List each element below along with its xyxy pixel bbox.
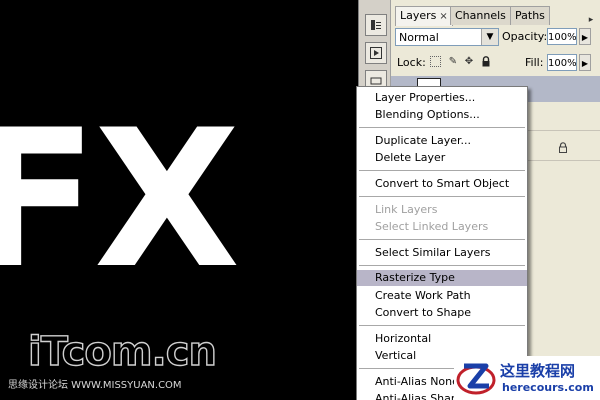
opacity-label: Opacity: — [502, 30, 548, 43]
logo-domain-text: herecours.com — [502, 381, 594, 394]
brush-lock-icon[interactable]: ✎ — [447, 56, 459, 68]
watermark-text: 思缘设计论坛 WWW.MISSYUAN.COM — [8, 380, 182, 391]
dropdown-arrow-icon[interactable]: ▼ — [481, 29, 498, 45]
tab-label: Layers — [400, 9, 437, 22]
menu-separator — [359, 196, 525, 197]
close-icon[interactable]: × — [439, 11, 447, 22]
fill-label: Fill: — [525, 56, 544, 69]
blend-mode-select[interactable]: Normal ▼ — [395, 28, 499, 46]
z-logo-icon — [456, 363, 496, 395]
lock-label: Lock: — [397, 56, 426, 69]
menu-item-duplicate-layer[interactable]: Duplicate Layer... — [357, 133, 527, 149]
menu-item-create-work-path[interactable]: Create Work Path — [357, 288, 527, 304]
layer-context-menu: Layer Properties... Blending Options... … — [356, 86, 528, 400]
watermark-logo: iTcom.cn — [27, 329, 217, 375]
menu-item-layer-properties[interactable]: Layer Properties... — [357, 90, 527, 106]
fill-arrow-icon[interactable]: ▶ — [579, 54, 591, 71]
fill-field[interactable]: 100% — [547, 54, 577, 71]
menu-separator — [359, 325, 525, 326]
move-lock-icon[interactable]: ✥ — [463, 56, 475, 68]
panel-tabs: Layers × Channels Paths ▸ — [391, 6, 600, 26]
opacity-arrow-icon[interactable]: ▶ — [579, 28, 591, 45]
menu-item-convert-smart-object[interactable]: Convert to Smart Object — [357, 176, 527, 192]
lock-transparent-icon[interactable] — [430, 56, 442, 68]
menu-separator — [359, 239, 525, 240]
canvas-type-layer: FX — [0, 89, 240, 310]
opacity-field[interactable]: 100% — [547, 28, 577, 45]
menu-item-select-similar-layers[interactable]: Select Similar Layers — [357, 245, 527, 261]
logo-chinese-text: 这里教程网 — [500, 362, 576, 380]
menu-item-horizontal[interactable]: Horizontal — [357, 331, 527, 347]
background-lock-icon — [558, 142, 568, 156]
menu-separator — [359, 127, 525, 128]
history-icon[interactable] — [365, 14, 387, 36]
tab-channels[interactable]: Channels — [450, 6, 511, 25]
document-canvas[interactable]: FX iTcom.cn 思缘设计论坛 WWW.MISSYUAN.COM — [0, 0, 358, 400]
blend-mode-value: Normal — [399, 31, 439, 44]
tab-layers[interactable]: Layers × — [395, 6, 453, 26]
menu-item-select-linked-layers: Select Linked Layers — [375, 220, 489, 233]
menu-item-delete-layer[interactable]: Delete Layer — [357, 150, 527, 166]
photoshop-window: FX iTcom.cn 思缘设计论坛 WWW.MISSYUAN.COM Laye… — [0, 0, 600, 400]
menu-item-rasterize-type[interactable]: Rasterize Type — [357, 270, 527, 286]
tab-paths[interactable]: Paths — [510, 6, 550, 25]
lock-all-icon[interactable] — [480, 56, 492, 68]
menu-item-blending-options[interactable]: Blending Options... — [357, 107, 527, 123]
site-logo: 这里教程网 herecours.com — [454, 356, 600, 400]
tab-label: Paths — [515, 9, 545, 22]
menu-item-convert-to-shape[interactable]: Convert to Shape — [357, 305, 527, 321]
flyout-arrow-icon[interactable]: ▸ — [585, 14, 597, 26]
menu-separator — [359, 265, 525, 266]
menu-separator — [359, 170, 525, 171]
play-action-icon[interactable] — [365, 42, 387, 64]
menu-item-link-layers: Link Layers — [375, 203, 438, 216]
tab-label: Channels — [455, 9, 506, 22]
